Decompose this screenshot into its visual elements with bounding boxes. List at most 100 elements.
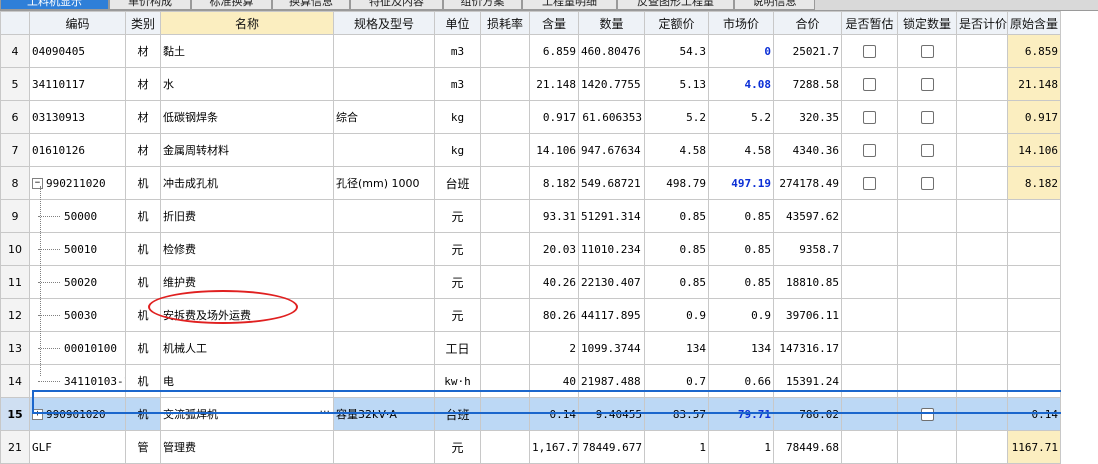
browse-button[interactable]: ··· (320, 405, 331, 418)
category-cell[interactable]: 机 (125, 331, 161, 365)
name-cell[interactable]: 检修费 (160, 232, 334, 266)
col-header-original-content[interactable]: 原始含量 (1007, 11, 1061, 35)
category-cell[interactable]: 材 (125, 34, 161, 68)
code-cell[interactable]: 50010 (29, 232, 126, 266)
total-price-cell[interactable]: 147316.17 (773, 331, 842, 365)
market-price-cell[interactable]: 79.71 (708, 397, 774, 431)
content-cell[interactable]: 40 (529, 364, 579, 398)
unit-cell[interactable]: kg (434, 100, 481, 134)
total-price-cell[interactable]: 274178.49 (773, 166, 842, 200)
loss-rate-cell[interactable] (480, 331, 530, 365)
quota-price-cell[interactable]: 4.58 (644, 133, 709, 167)
name-cell[interactable]: 交流弧焊机 ··· (160, 397, 334, 431)
name-cell[interactable]: 低碳钢焊条 (160, 100, 334, 134)
provisional-checkbox-cell[interactable] (841, 298, 898, 332)
quantity-cell[interactable]: 1420.7755 1 (578, 67, 645, 101)
unit-cell[interactable]: 台班 (434, 397, 481, 431)
tab-conversion-info[interactable]: 换算信息 (272, 0, 350, 10)
checkbox[interactable] (863, 110, 876, 124)
col-header-loss-rate[interactable]: 损耗率 (480, 11, 530, 35)
original-content-cell[interactable] (1007, 298, 1061, 332)
loss-rate-cell[interactable] (480, 232, 530, 266)
col-header-name[interactable]: 名称 (160, 11, 334, 35)
is-priced-cell[interactable] (956, 34, 1008, 68)
checkbox[interactable] (920, 143, 934, 157)
lock-quantity-checkbox-cell[interactable] (897, 430, 957, 464)
is-priced-cell[interactable] (956, 100, 1008, 134)
unit-cell[interactable]: m3 (434, 34, 481, 68)
content-cell[interactable]: 14.106 (529, 133, 579, 167)
is-priced-cell[interactable] (956, 232, 1008, 266)
col-header-quota-price[interactable]: 定额价 (644, 11, 709, 35)
collapse-icon[interactable]: − (32, 178, 43, 189)
category-cell[interactable]: 材 (125, 100, 161, 134)
code-cell[interactable]: 00010100 (29, 331, 126, 365)
original-content-cell[interactable] (1007, 331, 1061, 365)
content-cell[interactable]: 40.26 (529, 265, 579, 299)
market-price-cell[interactable]: 5.2 (708, 100, 774, 134)
name-cell[interactable]: 维护费 (160, 265, 334, 299)
spec-cell[interactable] (333, 34, 435, 68)
content-cell[interactable]: 80.26 (529, 298, 579, 332)
name-cell[interactable]: 管理费 (160, 430, 334, 464)
quantity-cell[interactable]: 9.40455 (578, 397, 645, 431)
content-cell[interactable]: 2 (529, 331, 579, 365)
row-number[interactable]: 15 (0, 397, 30, 431)
unit-cell[interactable]: 元 (434, 199, 481, 233)
code-cell[interactable]: 50000 (29, 199, 126, 233)
quantity-cell[interactable]: 21987.488 6 (578, 364, 645, 398)
col-header-spec[interactable]: 规格及型号 (333, 11, 435, 35)
quota-price-cell[interactable]: 5.13 (644, 67, 709, 101)
spec-cell[interactable]: 综合 (333, 100, 435, 134)
quota-price-cell[interactable]: 498.79 (644, 166, 709, 200)
is-priced-cell[interactable] (956, 133, 1008, 167)
category-cell[interactable]: 机 (125, 232, 161, 266)
market-price-cell[interactable]: 0.66 (708, 364, 774, 398)
content-cell[interactable]: 0.917 (529, 100, 579, 134)
provisional-checkbox-cell[interactable] (841, 397, 898, 431)
code-cell[interactable]: 50020 (29, 265, 126, 299)
provisional-checkbox-cell[interactable] (841, 364, 898, 398)
loss-rate-cell[interactable] (480, 166, 530, 200)
code-cell[interactable]: GLF (29, 430, 126, 464)
table-row[interactable]: 8−990211020 机冲击成孔机 孔径(mm) 1000 台班 8.182 549.6… (0, 166, 1061, 200)
is-priced-cell[interactable] (956, 298, 1008, 332)
table-row[interactable]: 1300010100机机械人工工日21099.3744 313413414731… (0, 331, 1061, 365)
loss-rate-cell[interactable] (480, 364, 530, 398)
provisional-checkbox-cell[interactable] (841, 133, 898, 167)
quantity-cell[interactable]: 61.606353 (578, 100, 645, 134)
table-row[interactable]: 14 34110103-1机电 kw·h 4021987.488 60.70.6615… (0, 364, 1061, 398)
col-header-is-priced[interactable]: 是否计价 (956, 11, 1008, 35)
table-row[interactable]: 1150020机维护费元40.2622130.407 2760.850.8518… (0, 265, 1061, 299)
category-cell[interactable]: 机 (125, 364, 161, 398)
col-header-quantity[interactable]: 数量 (578, 11, 645, 35)
tab-description-info[interactable]: 说明信息 (734, 0, 815, 10)
name-cell[interactable]: 折旧费 (160, 199, 334, 233)
spec-cell[interactable] (333, 133, 435, 167)
quota-price-cell[interactable]: 134 (644, 331, 709, 365)
market-price-cell[interactable]: 0.9 (708, 298, 774, 332)
quantity-cell[interactable]: 549.68721 5 (578, 166, 645, 200)
is-priced-cell[interactable] (956, 199, 1008, 233)
spec-cell[interactable]: 孔径(mm) 1000 (333, 166, 435, 200)
market-price-cell[interactable]: 1 (708, 430, 774, 464)
content-cell[interactable]: 93.31 (529, 199, 579, 233)
name-cell[interactable]: 机械人工 (160, 331, 334, 365)
lock-quantity-checkbox-cell[interactable] (897, 34, 957, 68)
row-number[interactable]: 10 (0, 232, 30, 266)
row-number[interactable]: 11 (0, 265, 30, 299)
spec-cell[interactable] (333, 364, 435, 398)
col-header-unit[interactable]: 单位 (434, 11, 481, 35)
category-cell[interactable]: 材 (125, 67, 161, 101)
name-cell[interactable]: 安拆费及场外运费 (160, 298, 334, 332)
tab-reverse-graphic-quantity[interactable]: 反查图形工程量 (617, 0, 734, 10)
loss-rate-cell[interactable] (480, 34, 530, 68)
row-number[interactable]: 5 (0, 67, 30, 101)
original-content-cell[interactable] (1007, 199, 1061, 233)
original-content-cell[interactable] (1007, 364, 1061, 398)
market-price-cell[interactable]: 134 (708, 331, 774, 365)
loss-rate-cell[interactable] (480, 100, 530, 134)
is-priced-cell[interactable] (956, 166, 1008, 200)
is-priced-cell[interactable] (956, 430, 1008, 464)
provisional-checkbox-cell[interactable] (841, 100, 898, 134)
